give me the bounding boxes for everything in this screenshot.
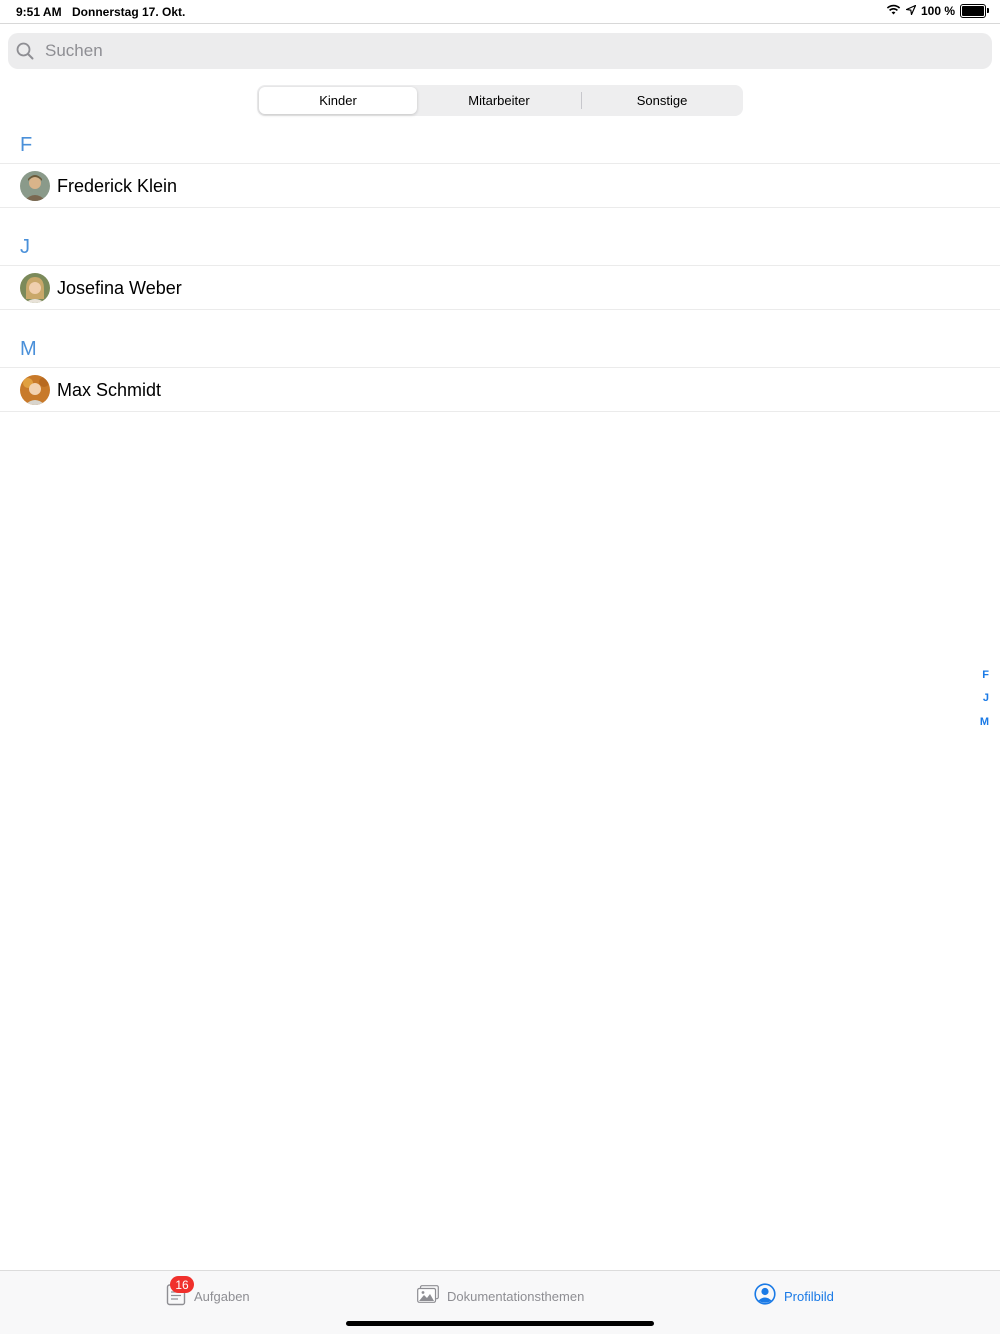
search-icon (16, 42, 34, 60)
index-letter-m[interactable]: M (980, 716, 989, 728)
notification-badge: 16 (170, 1276, 194, 1293)
avatar (20, 171, 50, 201)
search-input[interactable]: Suchen (8, 33, 992, 69)
contact-name: Frederick Klein (57, 176, 178, 196)
home-indicator (346, 1321, 654, 1326)
index-letter-f[interactable]: F (982, 669, 989, 681)
tab-dokumentationsthemen[interactable]: Dokumentationsthemen (417, 1271, 584, 1321)
category-segmented-control: Kinder Mitarbeiter Sonstige (257, 85, 743, 116)
tab-label: Profilbild (784, 1288, 834, 1304)
wifi-icon (886, 4, 901, 18)
index-letter-j[interactable]: J (983, 692, 989, 704)
profile-icon (754, 1282, 776, 1310)
contacts-screen: 9:51 AM Donnerstag 17. Okt. 100 % Suchen… (0, 0, 1000, 1334)
contact-name: Max Schmidt (57, 380, 162, 400)
status-bar: 9:51 AM Donnerstag 17. Okt. 100 % (0, 0, 1000, 24)
avatar (20, 273, 50, 303)
status-time: 9:51 AM (16, 5, 62, 19)
contact-name: Josefina Weber (57, 278, 182, 298)
status-indicators: 100 % (886, 4, 989, 18)
list-item[interactable]: Max Schmidt (0, 367, 1000, 412)
section-header-f: F (20, 134, 33, 156)
battery-level (962, 6, 984, 16)
battery-icon (960, 4, 989, 18)
search-placeholder: Suchen (45, 41, 103, 60)
list-item[interactable]: Josefina Weber (0, 265, 1000, 310)
segment-mitarbeiter[interactable]: Mitarbeiter (420, 87, 578, 114)
segment-kinder[interactable]: Kinder (259, 87, 417, 114)
tab-label: Aufgaben (194, 1288, 250, 1304)
status-date: Donnerstag 17. Okt. (72, 5, 186, 19)
tab-profilbild[interactable]: Profilbild (754, 1271, 834, 1321)
list-item[interactable]: Frederick Klein (0, 163, 1000, 208)
tab-label: Dokumentationsthemen (447, 1288, 585, 1304)
section-header-m: M (20, 338, 37, 360)
segment-sonstige[interactable]: Sonstige (583, 87, 741, 114)
section-header-j: J (20, 236, 30, 258)
photos-icon (417, 1284, 439, 1308)
battery-percentage: 100 % (920, 4, 955, 18)
location-arrow-icon (904, 4, 917, 18)
avatar (20, 375, 50, 405)
